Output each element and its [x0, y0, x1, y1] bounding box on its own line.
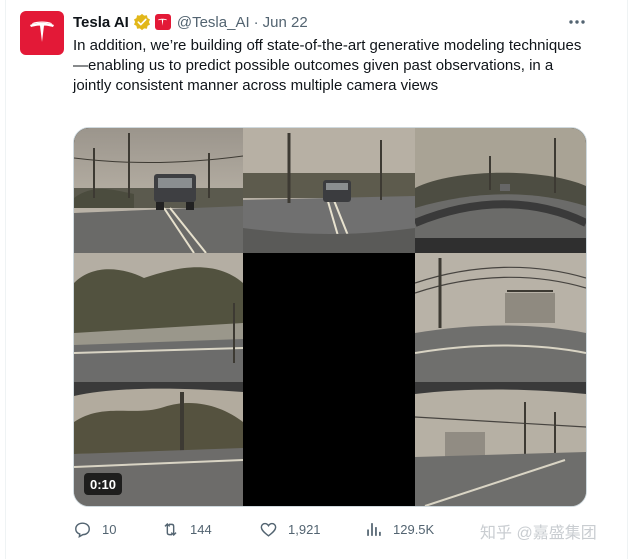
- reply-button[interactable]: 10: [73, 516, 116, 542]
- tweet-text: In addition, we’re building off state-of…: [73, 37, 582, 94]
- verified-badge-icon: [133, 13, 150, 31]
- camera-view: [415, 253, 586, 382]
- views-button[interactable]: 129.5K: [364, 516, 434, 542]
- heart-icon: [260, 522, 277, 537]
- camera-view: [415, 128, 586, 253]
- views-chart-icon: [367, 522, 381, 536]
- author-handle[interactable]: @Tesla_AI: [177, 14, 250, 31]
- video-player[interactable]: [73, 127, 587, 507]
- reply-icon: [75, 521, 90, 538]
- camera-view-blank: [243, 253, 415, 382]
- watermark: 知乎 @嘉盛集团: [480, 525, 597, 542]
- tesla-logo-icon: [30, 21, 54, 42]
- tweet-date[interactable]: Jun 22: [263, 14, 308, 31]
- affiliate-badge-icon[interactable]: [154, 14, 171, 30]
- video-duration-badge: 0:10: [84, 473, 123, 495]
- retweet-count: 144: [190, 521, 212, 537]
- camera-view: [74, 128, 243, 253]
- camera-view: [415, 382, 586, 506]
- retweet-button[interactable]: 144: [161, 516, 212, 542]
- tweet-header: Tesla AI @Tesla_AI · Jun 22: [73, 12, 308, 32]
- more-icon: [569, 20, 585, 24]
- tweet[interactable]: Tesla AI @Tesla_AI · Jun 22 In addition,…: [0, 0, 634, 559]
- camera-view: [243, 128, 415, 253]
- avatar[interactable]: [20, 11, 64, 55]
- camera-view-blank: [243, 382, 415, 506]
- reply-count: 10: [102, 521, 117, 537]
- camera-grid: [74, 128, 586, 506]
- retweet-icon: [164, 522, 177, 536]
- like-button[interactable]: 1,921: [259, 516, 321, 542]
- views-count: 129.5K: [393, 521, 435, 537]
- divider: [5, 0, 6, 559]
- divider: [627, 0, 628, 559]
- like-count: 1,921: [288, 521, 321, 537]
- separator: ·: [253, 13, 259, 31]
- author-name[interactable]: Tesla AI: [73, 14, 129, 31]
- more-options-button[interactable]: [566, 12, 588, 32]
- camera-view: [74, 253, 243, 382]
